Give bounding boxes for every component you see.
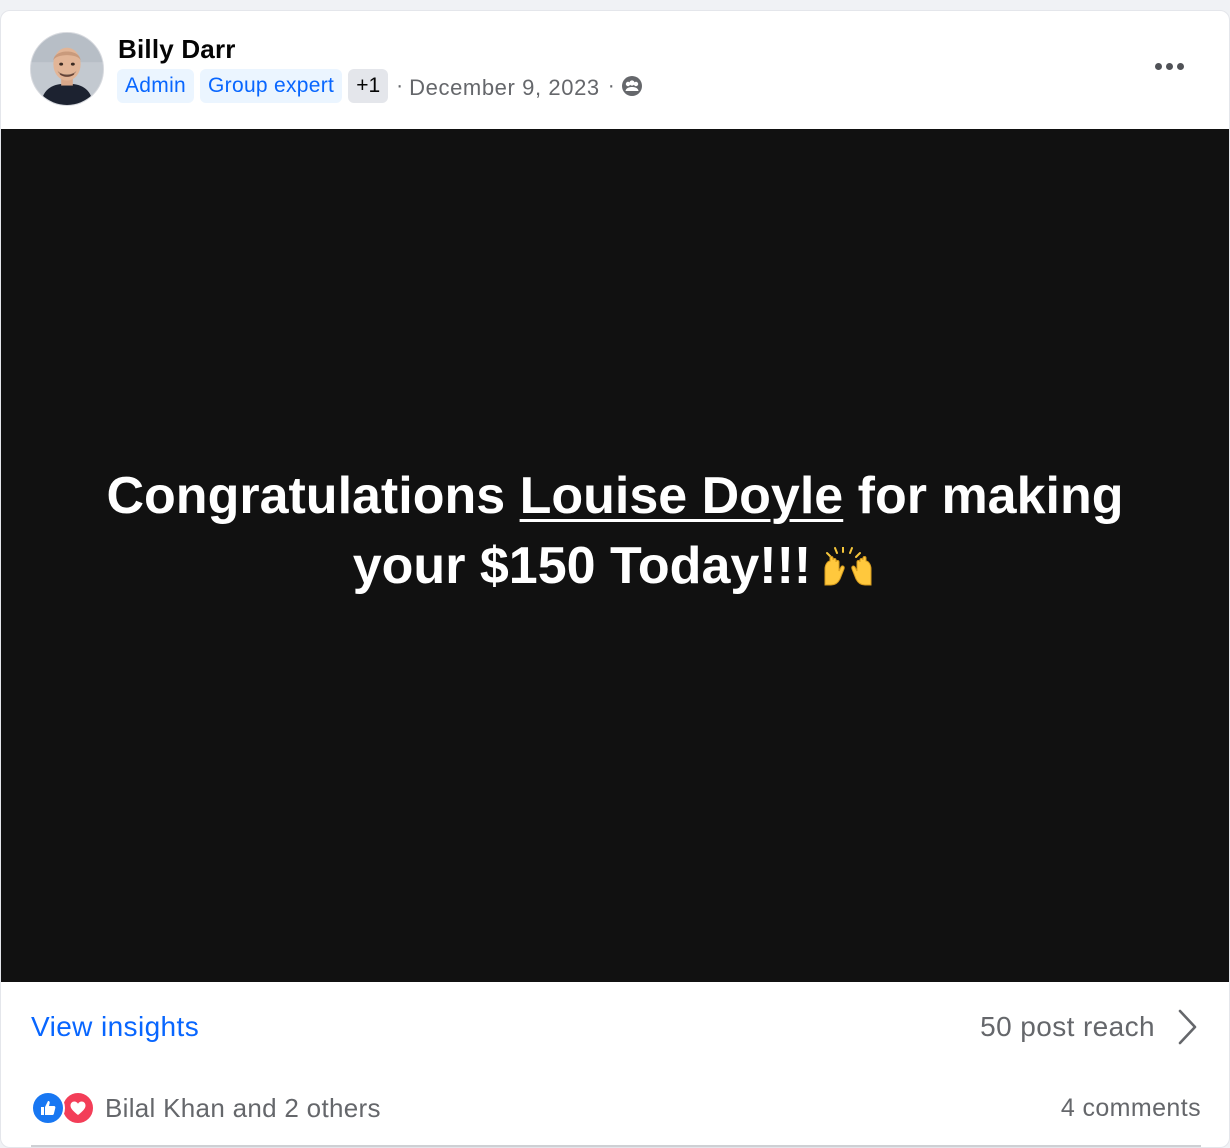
media-caption: Congratulations Louise Doyle for making … — [75, 461, 1155, 601]
author-name[interactable]: Billy Darr — [118, 34, 236, 65]
more-options-button[interactable] — [1149, 51, 1189, 81]
meta-separator: · — [607, 74, 615, 97]
love-icon — [61, 1091, 95, 1125]
post-card: Billy Darr Admin Group expert +1 · Decem… — [0, 10, 1230, 1148]
reaction-names: Bilal Khan and 2 others — [105, 1092, 381, 1123]
post-media[interactable]: Congratulations Louise Doyle for making … — [1, 129, 1229, 982]
insights-row: View insights 50 post reach — [1, 982, 1229, 1072]
more-horizontal-icon — [1154, 62, 1162, 70]
meta-separator: · — [396, 74, 404, 97]
post-date[interactable]: December 9, 2023 — [409, 75, 600, 101]
badge-group-expert[interactable]: Group expert — [200, 69, 343, 103]
post-reach-button[interactable]: 50 post reach — [980, 1007, 1199, 1047]
like-icon — [31, 1091, 65, 1125]
mention-link[interactable]: Louise Doyle — [520, 467, 844, 525]
author-avatar[interactable] — [30, 32, 104, 106]
post-meta: Admin Group expert +1 · December 9, 2023… — [117, 69, 643, 103]
post-header: Billy Darr Admin Group expert +1 · Decem… — [1, 11, 1229, 129]
reaction-icons — [31, 1091, 95, 1125]
reactions-row: Bilal Khan and 2 others 4 comments — [31, 1086, 1201, 1130]
caption-text-before: Congratulations — [106, 466, 520, 525]
chevron-right-icon — [1178, 1009, 1197, 1045]
badge-admin[interactable]: Admin — [117, 69, 195, 103]
badge-more[interactable]: +1 — [348, 69, 389, 103]
divider — [31, 1145, 1201, 1147]
comments-count-link[interactable]: 4 comments — [1061, 1094, 1201, 1123]
reactions-summary[interactable]: Bilal Khan and 2 others — [31, 1091, 381, 1125]
avatar-image — [31, 33, 103, 105]
view-insights-link[interactable]: View insights — [31, 1011, 199, 1043]
post-reach-label: 50 post reach — [980, 1011, 1155, 1042]
raising-hands-emoji-icon — [819, 535, 877, 585]
members-group-icon[interactable] — [621, 75, 643, 97]
